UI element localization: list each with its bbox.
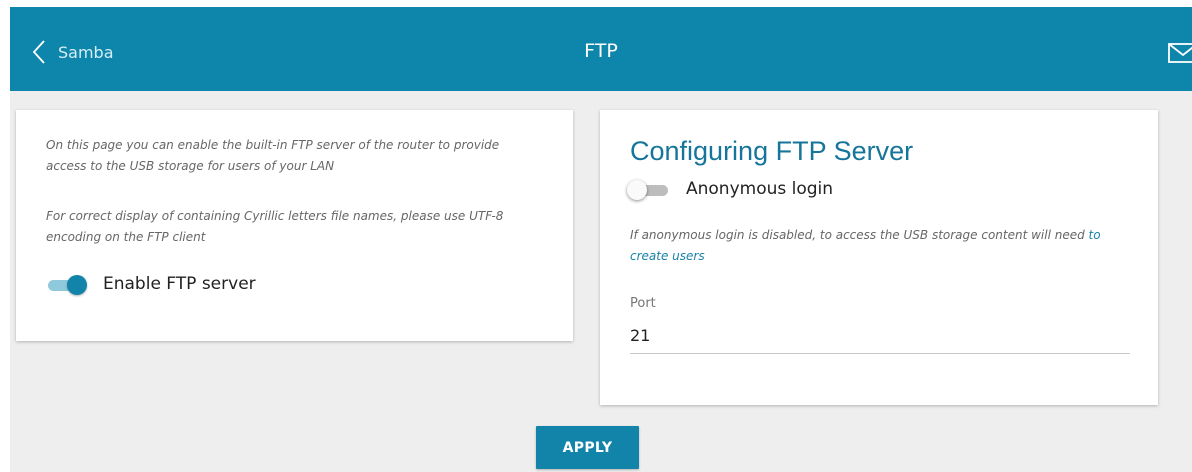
port-label: Port	[630, 296, 656, 311]
enable-ftp-label: Enable FTP server	[103, 274, 256, 294]
envelope-icon[interactable]	[1168, 43, 1192, 68]
anonymous-note: If anonymous login is disabled, to acces…	[630, 225, 1140, 267]
toggle-knob	[627, 180, 647, 200]
top-header: Samba FTP	[10, 7, 1192, 91]
enable-ftp-toggle[interactable]	[45, 273, 93, 297]
anonymous-login-label: Anonymous login	[686, 179, 834, 199]
anonymous-note-text: If anonymous login is disabled, to acces…	[630, 228, 1089, 242]
apply-button[interactable]: APPLY	[536, 426, 639, 469]
app-frame: Samba FTP On this page you can enable th…	[10, 7, 1192, 472]
ftp-config-card: Configuring FTP Server Anonymous login I…	[600, 110, 1158, 405]
info-description: On this page you can enable the built-in…	[46, 138, 500, 173]
section-title: Configuring FTP Server	[630, 136, 914, 166]
toggle-knob	[67, 275, 87, 295]
encoding-note: For correct display of containing Cyrill…	[46, 209, 504, 244]
port-input[interactable]	[630, 317, 1130, 354]
anonymous-login-toggle[interactable]	[627, 178, 675, 202]
info-card: On this page you can enable the built-in…	[16, 110, 573, 341]
page-title: FTP	[584, 40, 618, 62]
